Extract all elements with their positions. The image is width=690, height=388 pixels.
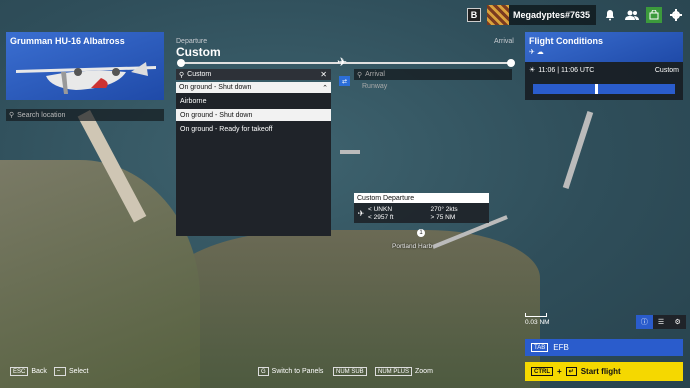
zoom-hint[interactable]: NUM PLUS Zoom <box>375 367 433 376</box>
time-value: 11:06 | 11:06 UTC <box>538 66 595 74</box>
tooltip-visibility: > 75 NM <box>430 213 456 221</box>
efb-button[interactable]: TAB EFB <box>525 339 683 356</box>
marketplace-icon[interactable] <box>646 7 662 23</box>
search-icon: ⚲ <box>179 71 185 79</box>
dropdown-selected[interactable]: On ground - Shut down ⌃ <box>176 82 331 93</box>
map-pin[interactable]: 1 <box>417 229 425 237</box>
time-row: ☀ 11:06 | 11:06 UTC Custom <box>525 62 683 78</box>
departure-search-input[interactable]: ⚲ Custom ✕ <box>176 69 331 80</box>
clear-icon[interactable]: ✕ <box>320 70 327 79</box>
runway-label[interactable]: Runway <box>362 83 387 90</box>
arrival-dot <box>507 59 515 67</box>
efb-label: EFB <box>553 343 569 352</box>
select-label: Select <box>69 368 89 375</box>
flight-conditions-panel[interactable]: Flight Conditions ✈ ☁ ☀ 11:06 | 11:06 UT… <box>525 32 683 100</box>
plane-icon: ✈ <box>337 55 348 69</box>
conditions-header: Flight Conditions ✈ ☁ <box>525 32 683 62</box>
key-hint: NUM SUB <box>333 367 367 376</box>
start-flight-button[interactable]: CTRL + ↵ Start flight <box>525 362 683 381</box>
dropdown-option-ready[interactable]: On ground - Ready for takeoff <box>176 123 331 135</box>
start-flight-label: Start flight <box>580 367 621 376</box>
layers-icon[interactable]: ☰ <box>653 315 670 329</box>
search-location-placeholder: Search location <box>17 111 66 119</box>
settings-gear-icon[interactable] <box>668 7 684 23</box>
search-location-input[interactable]: ⚲ Search location <box>6 109 164 121</box>
key-hint: CTRL <box>531 367 553 376</box>
switch-label: Switch to Panels <box>271 368 324 375</box>
search-icon: ⚲ <box>357 71 363 79</box>
enter-key-icon: ↵ <box>565 367 577 376</box>
land-area <box>160 230 540 388</box>
scale-value: 0.03 NM <box>525 319 550 326</box>
departure-tooltip: Custom Departure ✈ < UNKN 270° 2kts < 29… <box>354 193 489 223</box>
map-tools: ⓘ ☰ ⚙ <box>636 315 686 329</box>
top-bar: B Megadyptes#7635 <box>466 4 690 26</box>
map-label-portland: Portland Harb <box>392 243 433 250</box>
time-slider[interactable] <box>533 84 675 94</box>
scale-bar <box>525 313 547 317</box>
tooltip-wind: 270° 2kts <box>430 205 458 213</box>
search-icon: ⚲ <box>9 112 15 119</box>
tooltip-body: ✈ < UNKN 270° 2kts < 2957 ft > 75 NM <box>354 203 489 223</box>
departure-label: Departure <box>176 38 208 45</box>
zoom-out-hint[interactable]: NUM SUB <box>333 367 367 376</box>
plus-icon: + <box>557 367 562 376</box>
key-hint: G <box>258 367 269 376</box>
arrival-search-input[interactable]: ⚲ Arrival <box>354 69 512 80</box>
key-hint: TAB <box>531 343 549 352</box>
back-label: Back <box>31 368 47 375</box>
avatar <box>486 5 509 25</box>
map-scale: 0.03 NM <box>525 313 550 326</box>
departure-dot <box>177 59 185 67</box>
friends-icon[interactable] <box>624 7 640 23</box>
departure-state-dropdown[interactable]: On ground - Shut down ⌃ Airborne On grou… <box>176 82 331 236</box>
key-hint: NUM PLUS <box>375 367 413 376</box>
arrival-label: Arrival <box>494 38 514 45</box>
swap-route-button[interactable]: ⇄ <box>339 76 350 86</box>
select-hint[interactable]: ⎯ Select <box>54 367 88 376</box>
tooltip-altitude: < UNKN <box>368 205 393 213</box>
account-badge[interactable]: B <box>466 8 481 22</box>
info-icon[interactable]: ⓘ <box>636 315 653 329</box>
sun-icon: ☀ <box>529 67 536 74</box>
tooltip-title: Custom Departure <box>354 193 489 203</box>
departure-title: Custom <box>176 45 221 59</box>
dropdown-option-airborne[interactable]: Airborne <box>176 95 331 107</box>
aircraft-image <box>16 62 156 94</box>
username: Megadyptes#7635 <box>512 10 590 20</box>
conditions-title: Flight Conditions <box>529 36 603 46</box>
breakwater <box>340 150 360 154</box>
user-profile[interactable]: Megadyptes#7635 <box>486 5 596 25</box>
aircraft-card[interactable]: Grumman HU-16 Albatross <box>6 32 164 100</box>
chevron-up-icon: ⌃ <box>322 84 328 92</box>
conditions-preset: Custom <box>654 66 679 74</box>
dropdown-selected-value: On ground - Shut down <box>179 84 252 91</box>
key-hint: ESC <box>10 367 29 376</box>
back-hint[interactable]: ESC Back <box>10 367 47 376</box>
departure-search-value: Custom <box>187 71 212 78</box>
time-slider-handle[interactable] <box>595 84 598 94</box>
enter-key-icon: ⎯ <box>54 367 66 376</box>
arrival-search-placeholder: Arrival <box>365 71 385 78</box>
settings-gear-icon[interactable]: ⚙ <box>669 315 686 329</box>
plane-icon: ✈ <box>357 208 365 218</box>
notification-bell-icon[interactable] <box>602 7 618 23</box>
weather-icons: ✈ ☁ <box>529 49 544 56</box>
dropdown-option-shut-down[interactable]: On ground - Shut down <box>176 109 331 121</box>
zoom-label: Zoom <box>415 368 433 375</box>
switch-panels-hint[interactable]: G Switch to Panels <box>258 367 323 376</box>
tooltip-ceiling: < 2957 ft <box>368 213 394 221</box>
